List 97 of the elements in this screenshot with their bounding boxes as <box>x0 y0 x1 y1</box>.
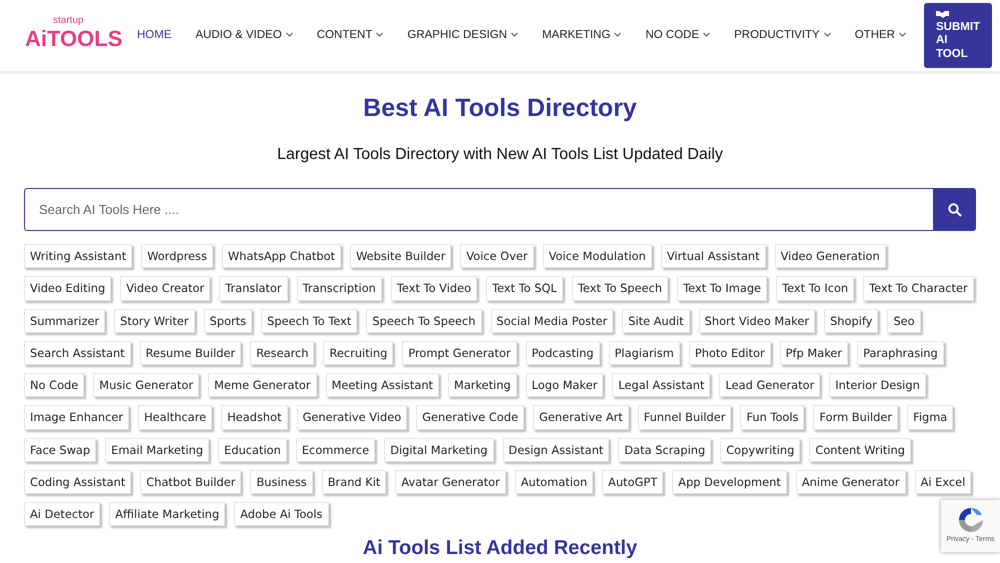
tag-link[interactable]: Ecommerce <box>296 438 376 462</box>
tag-link[interactable]: App Development <box>672 470 787 494</box>
nav-link[interactable]: MARKETING <box>542 26 622 44</box>
tag-link[interactable]: Content Writing <box>809 438 911 462</box>
tag-link[interactable]: Shopify <box>824 308 878 333</box>
tag-link[interactable]: Design Assistant <box>502 438 610 462</box>
tag-link[interactable]: No Code <box>24 373 84 398</box>
tag-link[interactable]: AutoGPT <box>602 470 664 494</box>
tag-link[interactable]: Plagiarism <box>608 340 680 365</box>
tag-link[interactable]: Interior Design <box>829 373 926 398</box>
page-title: Best AI Tools Directory <box>363 93 637 123</box>
tag-link[interactable]: Summarizer <box>24 308 106 333</box>
tag-link[interactable]: Website Builder <box>350 244 452 268</box>
logo-text: AiTOOLS <box>25 28 122 50</box>
tag-link[interactable]: Brand Kit <box>322 470 386 494</box>
tag-link[interactable]: Video Editing <box>24 276 112 300</box>
search-icon <box>948 202 962 216</box>
tag-link[interactable]: Writing Assistant <box>24 244 132 268</box>
tag-link[interactable]: Legal Assistant <box>612 373 710 398</box>
tag-link[interactable]: Music Generator <box>93 373 200 398</box>
tag-link[interactable]: Headshot <box>221 405 288 430</box>
tag-link[interactable]: Avatar Generator <box>395 470 506 494</box>
tag-link[interactable]: Coding Assistant <box>24 470 132 494</box>
tag-link[interactable]: Copywriting <box>720 438 800 462</box>
tag-link[interactable]: Face Swap <box>24 438 96 462</box>
tag-link[interactable]: Site Audit <box>622 308 690 333</box>
tag-link[interactable]: Seo <box>887 308 921 333</box>
tag-link[interactable]: Fun Tools <box>740 405 804 430</box>
tag-link[interactable]: Meme Generator <box>208 373 317 398</box>
tag-link[interactable]: Generative Art <box>533 405 629 430</box>
tag-link[interactable]: Virtual Assistant <box>660 244 766 268</box>
tag-link[interactable]: Marketing <box>448 373 517 398</box>
tag-link[interactable]: Healthcare <box>138 405 212 430</box>
nav-link[interactable]: HOME <box>137 26 172 44</box>
tag-link[interactable]: Speech To Text <box>261 308 358 333</box>
tag-link[interactable]: Ai Excel <box>914 470 972 494</box>
tag-link[interactable]: Text To Speech <box>572 276 668 300</box>
tag-link[interactable]: Generative Video <box>296 405 408 430</box>
tag-link[interactable]: Prompt Generator <box>402 340 517 365</box>
tag-link[interactable]: Story Writer <box>114 308 195 333</box>
tag-link[interactable]: Education <box>218 438 287 462</box>
tag-link[interactable]: Adobe Ai Tools <box>234 502 328 526</box>
tag-link[interactable]: Text To Icon <box>776 276 854 300</box>
tag-link[interactable]: Affiliate Marketing <box>109 502 226 526</box>
tag-link[interactable]: Automation <box>514 470 594 494</box>
tag-link[interactable]: Wordpress <box>141 244 214 268</box>
page-subtitle: Largest AI Tools Directory with New AI Tools List Updated Daily <box>277 145 723 165</box>
tag-link[interactable]: Transcription <box>296 276 382 300</box>
nav-link[interactable]: PRODUCTIVITY <box>734 26 831 44</box>
logo[interactable]: startup AiTOOLS <box>25 16 137 56</box>
tag-link[interactable]: Data Scraping <box>618 438 712 462</box>
tag-link[interactable]: Image Enhancer <box>24 405 130 430</box>
nav-link[interactable]: GRAPHIC DESIGN <box>407 26 518 44</box>
tag-link[interactable]: Generative Code <box>416 405 524 430</box>
tag-link[interactable]: Search Assistant <box>24 340 131 365</box>
tag-link[interactable]: Funnel Builder <box>638 405 732 430</box>
tag-link[interactable]: Voice Over <box>460 244 534 268</box>
tag-link[interactable]: Meeting Assistant <box>326 373 439 398</box>
search-button[interactable] <box>933 188 976 231</box>
submit-tool-button[interactable]: SUBMIT AI TOOL <box>924 3 992 68</box>
tag-link[interactable]: Business <box>250 470 313 494</box>
tag-link[interactable]: Resume Builder <box>140 340 242 365</box>
tag-link[interactable]: Speech To Speech <box>366 308 482 333</box>
tag-link[interactable]: Pfp Maker <box>780 340 848 365</box>
tag-link[interactable]: Digital Marketing <box>384 438 494 462</box>
tag-link[interactable]: Video Creator <box>120 276 210 300</box>
tag-link[interactable]: Email Marketing <box>105 438 210 462</box>
tag-link[interactable]: Text To Character <box>863 276 974 300</box>
tag-link[interactable]: Short Video Maker <box>698 308 816 333</box>
tag-link[interactable]: Chatbot Builder <box>140 470 242 494</box>
tag-link[interactable]: Logo Maker <box>526 373 604 398</box>
tag-link[interactable]: WhatsApp Chatbot <box>222 244 342 268</box>
tag-link[interactable]: Podcasting <box>526 340 600 365</box>
tag-link[interactable]: Photo Editor <box>688 340 771 365</box>
section-heading: Ai Tools List Added Recently <box>362 538 638 558</box>
tag-link[interactable]: Form Builder <box>813 405 898 430</box>
tag-link[interactable]: Sports <box>204 308 252 333</box>
search-field[interactable]: Search AI Tools Here .... <box>24 188 933 231</box>
logo-tagline: startup <box>53 16 84 26</box>
tag-link[interactable]: Lead Generator <box>719 373 820 398</box>
tag-link[interactable]: Figma <box>907 405 954 430</box>
tag-link[interactable]: Ai Detector <box>24 502 100 526</box>
tag-link[interactable]: Paraphrasing <box>857 340 944 365</box>
tag-link[interactable]: Social Media Poster <box>490 308 614 333</box>
tag-link[interactable]: Voice Modulation <box>542 244 652 268</box>
tag-link[interactable]: Video Generation <box>774 244 886 268</box>
nav-link[interactable]: OTHER <box>854 26 906 44</box>
tag-link[interactable]: Translator <box>219 276 288 300</box>
nav-link[interactable]: AUDIO & VIDEO <box>196 26 293 44</box>
tag-link[interactable]: Text To Image <box>677 276 768 300</box>
tag-link[interactable]: Text To Video <box>390 276 478 300</box>
nav-link[interactable]: NO CODE <box>645 26 710 44</box>
tag-link[interactable]: Recruiting <box>323 340 394 365</box>
tag-link[interactable]: Research <box>250 340 314 365</box>
nav-link[interactable]: CONTENT <box>316 26 384 44</box>
tag-link[interactable]: Anime Generator <box>796 470 906 494</box>
tag-link[interactable]: Text To SQL <box>486 276 563 300</box>
